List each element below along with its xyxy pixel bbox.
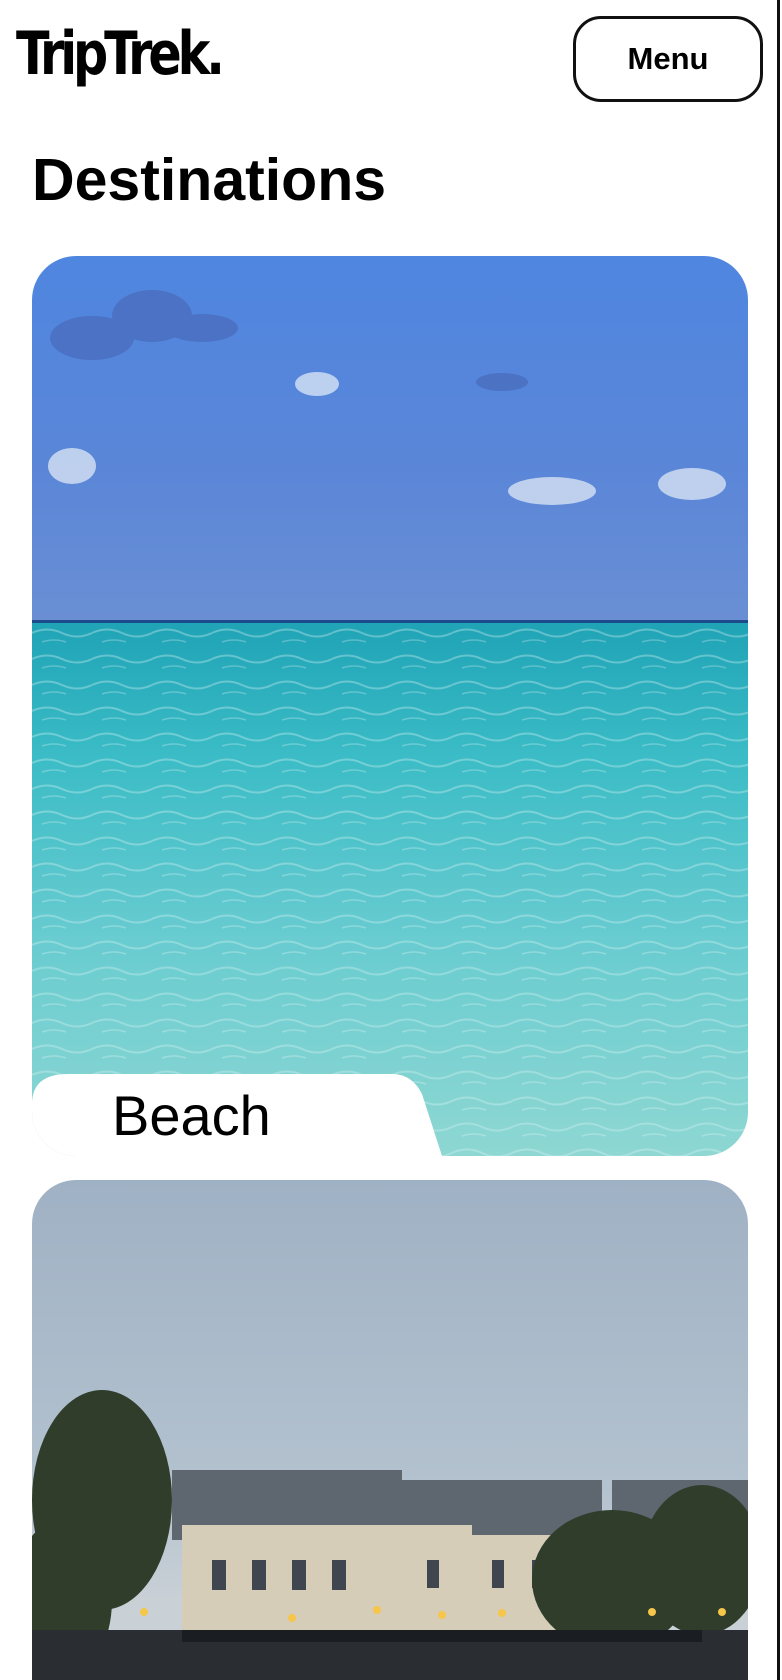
header: TripTrek. Menu bbox=[0, 0, 777, 110]
menu-button[interactable]: Menu bbox=[573, 16, 763, 102]
city-image bbox=[32, 1180, 748, 1680]
triptrek-logo[interactable]: TripTrek. bbox=[16, 12, 225, 96]
page: TripTrek. Menu Destinations Beach bbox=[0, 0, 780, 1680]
destination-label: Beach bbox=[112, 1084, 271, 1147]
destination-card-beach[interactable]: Beach bbox=[32, 256, 748, 1156]
page-title: Destinations bbox=[32, 147, 387, 213]
destination-card-city[interactable] bbox=[32, 1180, 748, 1680]
beach-image bbox=[32, 256, 748, 1156]
